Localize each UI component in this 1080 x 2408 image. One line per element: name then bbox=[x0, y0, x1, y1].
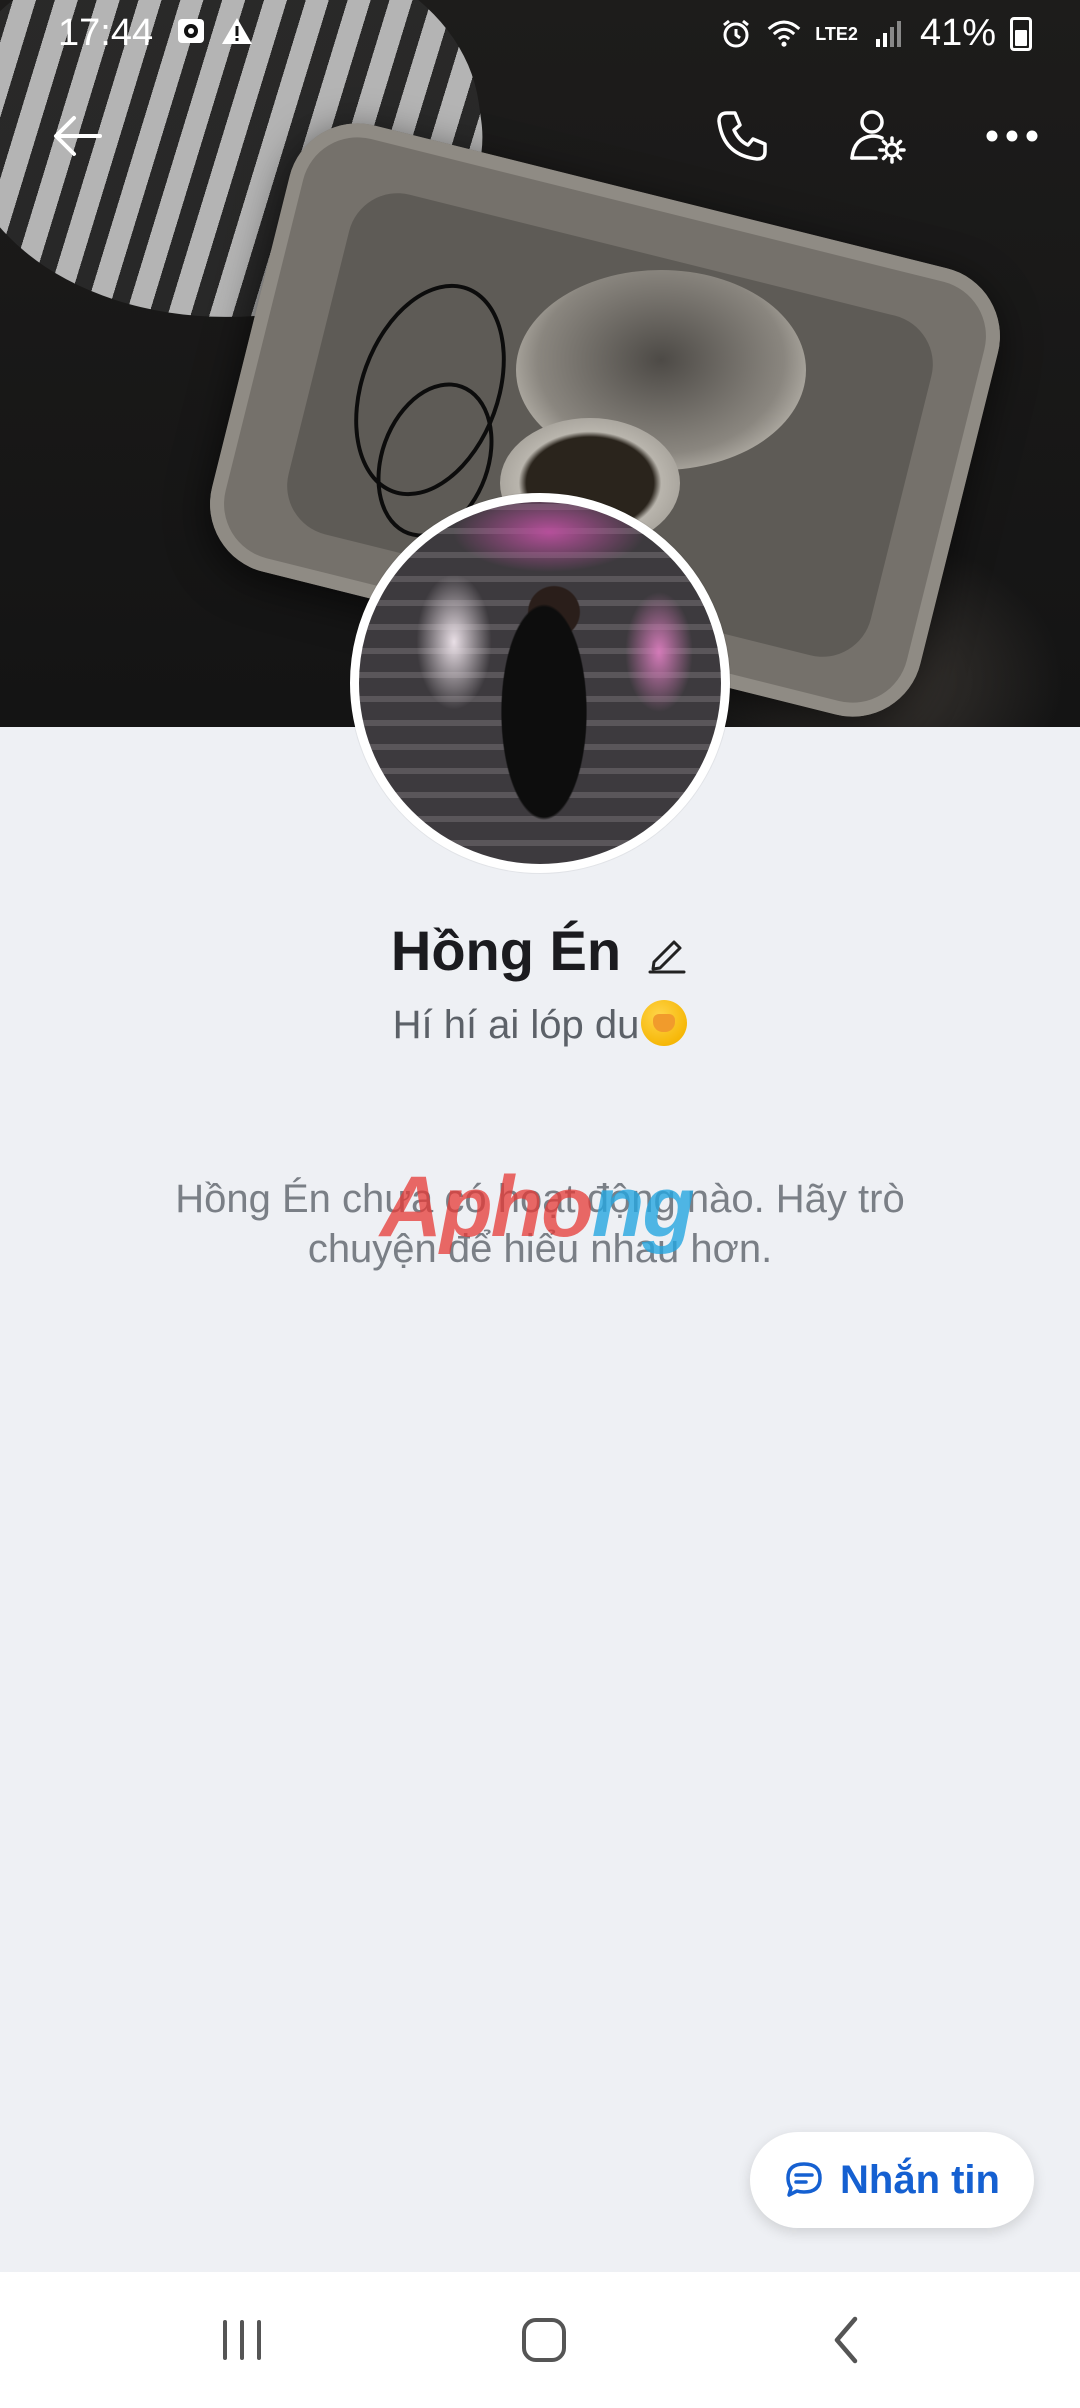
user-settings-icon bbox=[850, 110, 906, 164]
volte-label: LTE2 bbox=[815, 23, 858, 44]
status-bar: 17:44 LTE2 41% bbox=[0, 0, 1080, 66]
battery-icon bbox=[1010, 16, 1032, 51]
profile-name: Hồng Én bbox=[390, 919, 622, 982]
alarm-icon bbox=[719, 17, 753, 51]
signal-icon bbox=[872, 17, 906, 51]
recent-apps-icon bbox=[223, 2320, 261, 2360]
system-back-button[interactable] bbox=[806, 2302, 886, 2378]
wifi-icon bbox=[767, 17, 801, 51]
warning-icon bbox=[220, 14, 254, 48]
more-button[interactable] bbox=[976, 100, 1048, 172]
chevron-left-icon bbox=[834, 2316, 858, 2364]
arrow-left-icon bbox=[54, 116, 102, 156]
home-icon bbox=[522, 2318, 566, 2362]
watermark-logo: Aphong bbox=[380, 1158, 720, 1255]
call-button[interactable] bbox=[706, 100, 778, 172]
screen-recorder-icon bbox=[174, 14, 208, 48]
system-nav-bar bbox=[0, 2272, 1080, 2408]
profile-name-row: Hồng Én bbox=[0, 918, 1080, 983]
profile-screen: 17:44 LTE2 41% Hồng Én Hí hí ai lóp du H… bbox=[0, 0, 1080, 2408]
profile-avatar[interactable] bbox=[350, 493, 730, 873]
recent-apps-button[interactable] bbox=[202, 2302, 282, 2378]
watermark-part1: Apho bbox=[380, 1159, 594, 1255]
send-message-button[interactable]: Nhắn tin bbox=[750, 2132, 1034, 2228]
edit-name-button[interactable] bbox=[645, 931, 689, 975]
profile-settings-button[interactable] bbox=[842, 100, 914, 172]
profile-bio: Hí hí ai lóp du bbox=[0, 1000, 1080, 1048]
phone-icon bbox=[717, 111, 767, 161]
pencil-icon bbox=[648, 940, 686, 973]
status-right-icons: LTE2 41% bbox=[719, 12, 1032, 55]
back-button[interactable] bbox=[42, 100, 114, 172]
status-time: 17:44 bbox=[58, 12, 154, 54]
battery-percent: 41% bbox=[919, 12, 996, 54]
face-with-hand-over-mouth-emoji bbox=[641, 1000, 688, 1046]
status-left-icons bbox=[174, 14, 254, 48]
watermark-part2: ng bbox=[591, 1159, 695, 1255]
more-dots-icon bbox=[986, 130, 1038, 142]
chat-bubble-icon bbox=[786, 2162, 822, 2197]
profile-bio-text: Hí hí ai lóp du bbox=[392, 1003, 640, 1047]
home-button[interactable] bbox=[504, 2302, 584, 2378]
send-message-label: Nhắn tin bbox=[840, 2157, 1000, 2202]
